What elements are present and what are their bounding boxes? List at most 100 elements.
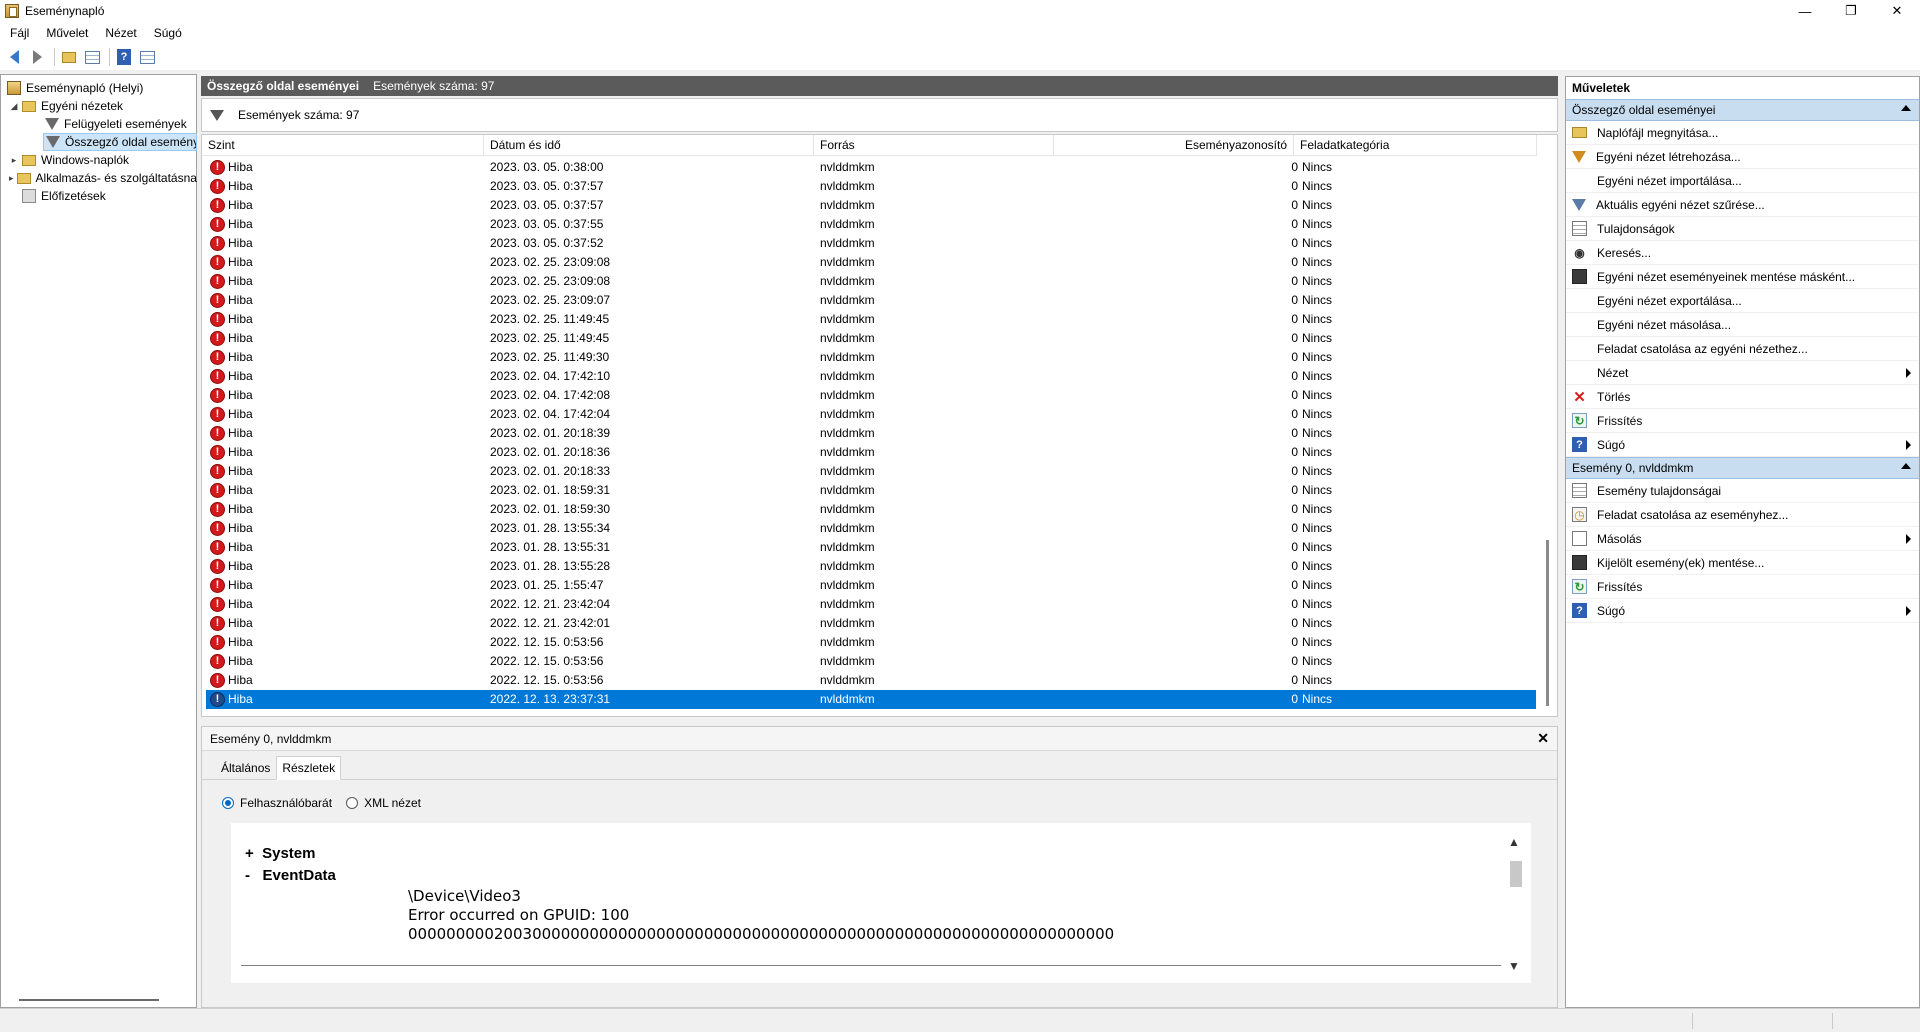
- table-row[interactable]: ! Hiba 2023. 02. 01. 18:59:31 nvlddmkm 0 Ninc…: [206, 481, 1536, 500]
- horizontal-scrollbar[interactable]: [19, 999, 159, 1001]
- up-folder-button[interactable]: [59, 47, 79, 67]
- action-item[interactable]: Egyéni nézet másolása...: [1566, 313, 1919, 337]
- expand-icon[interactable]: ▸: [9, 173, 14, 184]
- table-row[interactable]: ! Hiba 2023. 02. 25. 23:09:08 nvlddmkm 0 Ninc…: [206, 253, 1536, 272]
- table-row[interactable]: ! Hiba 2022. 12. 15. 0:53:56 nvlddmkm 0 Nincs: [206, 652, 1536, 671]
- action-item[interactable]: Aktuális egyéni nézet szűrése...: [1566, 193, 1919, 217]
- action-item[interactable]: ✕ Törlés: [1566, 385, 1919, 409]
- collapse-icon[interactable]: ◢: [9, 101, 19, 112]
- tree-item-windows-logs[interactable]: ▸ Windows-naplók: [9, 151, 129, 169]
- cell-task-category: Nincs: [1302, 331, 1333, 345]
- maximize-button[interactable]: ❐: [1828, 0, 1874, 22]
- action-item[interactable]: Egyéni nézet létrehozása...: [1566, 145, 1919, 169]
- table-row[interactable]: ! Hiba 2023. 03. 05. 0:37:52 nvlddmkm 0 Nincs: [206, 234, 1536, 253]
- tree-item-root[interactable]: Eseménynapló (Helyi): [7, 79, 143, 97]
- table-row[interactable]: ! Hiba 2022. 12. 13. 23:37:31 nvlddmkm 0 Ninc…: [206, 690, 1536, 709]
- table-row[interactable]: ! Hiba 2022. 12. 21. 23:42:01 nvlddmkm 0 Ninc…: [206, 614, 1536, 633]
- close-detail-button[interactable]: ✕: [1537, 730, 1549, 747]
- table-row[interactable]: ! Hiba 2023. 02. 25. 11:49:30 nvlddmkm 0 Ninc…: [206, 348, 1536, 367]
- close-button[interactable]: ✕: [1874, 0, 1920, 22]
- help-toolbar-button[interactable]: ?: [114, 47, 134, 67]
- column-header-level[interactable]: Szint: [202, 135, 484, 156]
- action-item[interactable]: Egyéni nézet eseményeinek mentése máskén…: [1566, 265, 1919, 289]
- back-button[interactable]: [4, 47, 24, 67]
- column-header-date[interactable]: Dátum és idő: [484, 135, 814, 156]
- tab-general[interactable]: Általános: [216, 757, 275, 779]
- actions-section-view[interactable]: Összegző oldal eseményei: [1566, 99, 1919, 121]
- action-item[interactable]: Naplófájl megnyitása...: [1566, 121, 1919, 145]
- table-row[interactable]: ! Hiba 2023. 02. 01. 18:59:30 nvlddmkm 0 Ninc…: [206, 500, 1536, 519]
- table-row[interactable]: ! Hiba 2023. 02. 01. 20:18:39 nvlddmkm 0 Ninc…: [206, 424, 1536, 443]
- tab-details[interactable]: Részletek: [276, 756, 342, 780]
- forward-button[interactable]: [27, 47, 47, 67]
- table-row[interactable]: ! Hiba 2023. 02. 25. 11:49:45 nvlddmkm 0 Ninc…: [206, 310, 1536, 329]
- cell-event-id: 0: [1291, 578, 1298, 592]
- action-item[interactable]: Másolás: [1566, 527, 1919, 551]
- tree-item-custom-views[interactable]: ◢ Egyéni nézetek: [9, 97, 124, 115]
- action-item[interactable]: Nézet: [1566, 361, 1919, 385]
- action-item[interactable]: Esemény tulajdonságai: [1566, 479, 1919, 503]
- table-row[interactable]: ! Hiba 2023. 02. 01. 20:18:36 nvlddmkm 0 Ninc…: [206, 443, 1536, 462]
- table-row[interactable]: ! Hiba 2023. 03. 05. 0:37:55 nvlddmkm 0 Nincs: [206, 215, 1536, 234]
- eventdata-node[interactable]: - EventData: [245, 867, 336, 884]
- tree-item-summary-events[interactable]: Összegző oldal eseményei: [43, 133, 197, 151]
- table-row[interactable]: ! Hiba 2023. 02. 25. 23:09:08 nvlddmkm 0 Ninc…: [206, 272, 1536, 291]
- friendly-view-label[interactable]: Felhasználóbarát: [240, 796, 332, 810]
- action-item[interactable]: Egyéni nézet importálása...: [1566, 169, 1919, 193]
- table-row[interactable]: ! Hiba 2023. 03. 05. 0:38:00 nvlddmkm 0 Nincs: [206, 158, 1536, 177]
- action-item[interactable]: ? Súgó: [1566, 433, 1919, 457]
- menu-help[interactable]: Súgó: [147, 26, 189, 40]
- table-row[interactable]: ! Hiba 2022. 12. 21. 23:42:04 nvlddmkm 0 Ninc…: [206, 595, 1536, 614]
- vertical-scrollbar[interactable]: [1537, 135, 1557, 716]
- collapse-section-icon[interactable]: [1901, 463, 1911, 469]
- system-node[interactable]: + System: [245, 845, 315, 862]
- action-item[interactable]: Kijelölt esemény(ek) mentése...: [1566, 551, 1919, 575]
- table-row[interactable]: ! Hiba 2023. 02. 25. 11:49:45 nvlddmkm 0 Ninc…: [206, 329, 1536, 348]
- menu-file[interactable]: Fájl: [3, 26, 36, 40]
- action-item[interactable]: ◉ Keresés...: [1566, 241, 1919, 265]
- details-scrollbar[interactable]: ▲ ▼: [1505, 835, 1525, 975]
- xml-view-label[interactable]: XML nézet: [364, 796, 421, 810]
- scrollbar-thumb[interactable]: [1546, 540, 1549, 706]
- tree-item-subscriptions[interactable]: Előfizetések: [22, 187, 106, 205]
- action-item[interactable]: Egyéni nézet exportálása...: [1566, 289, 1919, 313]
- collapse-section-icon[interactable]: [1901, 105, 1911, 111]
- table-row[interactable]: ! Hiba 2022. 12. 15. 0:53:56 nvlddmkm 0 Nincs: [206, 633, 1536, 652]
- expand-icon[interactable]: ▸: [9, 155, 19, 166]
- tree-item-admin-events[interactable]: Felügyeleti események: [45, 115, 187, 133]
- action-item[interactable]: Feladat csatolása az egyéni nézethez...: [1566, 337, 1919, 361]
- action-item[interactable]: Tulajdonságok: [1566, 217, 1919, 241]
- friendly-view-radio[interactable]: [222, 797, 234, 809]
- table-row[interactable]: ! Hiba 2023. 02. 25. 23:09:07 nvlddmkm 0 Ninc…: [206, 291, 1536, 310]
- show-hide-tree-button[interactable]: [82, 47, 102, 67]
- action-item[interactable]: ? Súgó: [1566, 599, 1919, 623]
- table-row[interactable]: ! Hiba 2023. 02. 04. 17:42:08 nvlddmkm 0 Ninc…: [206, 386, 1536, 405]
- table-row[interactable]: ! Hiba 2023. 03. 05. 0:37:57 nvlddmkm 0 Nincs: [206, 177, 1536, 196]
- table-row[interactable]: ! Hiba 2023. 01. 25. 1:55:47 nvlddmkm 0 Nincs: [206, 576, 1536, 595]
- table-row[interactable]: ! Hiba 2022. 12. 15. 0:53:56 nvlddmkm 0 Nincs: [206, 671, 1536, 690]
- minimize-button[interactable]: —: [1782, 0, 1828, 22]
- cell-date: 2023. 02. 01. 20:18:36: [490, 445, 611, 459]
- xml-view-radio[interactable]: [346, 797, 359, 809]
- menu-action[interactable]: Művelet: [39, 26, 95, 40]
- actions-section-event[interactable]: Esemény 0, nvlddmkm: [1566, 457, 1919, 479]
- scroll-up-icon[interactable]: ▲: [1508, 835, 1520, 849]
- action-item[interactable]: ↻ Frissítés: [1566, 575, 1919, 599]
- column-header-event-id[interactable]: Eseményazonosító: [1054, 135, 1294, 156]
- table-row[interactable]: ! Hiba 2023. 02. 04. 17:42:04 nvlddmkm 0 Ninc…: [206, 405, 1536, 424]
- table-row[interactable]: ! Hiba 2023. 01. 28. 13:55:31 nvlddmkm 0 Ninc…: [206, 538, 1536, 557]
- table-row[interactable]: ! Hiba 2023. 02. 04. 17:42:10 nvlddmkm 0 Ninc…: [206, 367, 1536, 386]
- menu-view[interactable]: Nézet: [98, 26, 143, 40]
- table-row[interactable]: ! Hiba 2023. 01. 28. 13:55:28 nvlddmkm 0 Ninc…: [206, 557, 1536, 576]
- scrollbar-thumb[interactable]: [1510, 861, 1522, 887]
- action-item[interactable]: ◷ Feladat csatolása az eseményhez...: [1566, 503, 1919, 527]
- action-item[interactable]: ↻ Frissítés: [1566, 409, 1919, 433]
- column-header-task-category[interactable]: Feladatkategória: [1294, 135, 1537, 156]
- tree-item-app-service-logs[interactable]: ▸ Alkalmazás- és szolgáltatásnaplók: [9, 169, 197, 187]
- show-action-pane-button[interactable]: [137, 47, 157, 67]
- table-row[interactable]: ! Hiba 2023. 01. 28. 13:55:34 nvlddmkm 0 Ninc…: [206, 519, 1536, 538]
- table-row[interactable]: ! Hiba 2023. 02. 01. 20:18:33 nvlddmkm 0 Ninc…: [206, 462, 1536, 481]
- table-row[interactable]: ! Hiba 2023. 03. 05. 0:37:57 nvlddmkm 0 Nincs: [206, 196, 1536, 215]
- column-header-source[interactable]: Forrás: [814, 135, 1054, 156]
- scroll-down-icon[interactable]: ▼: [1508, 959, 1520, 973]
